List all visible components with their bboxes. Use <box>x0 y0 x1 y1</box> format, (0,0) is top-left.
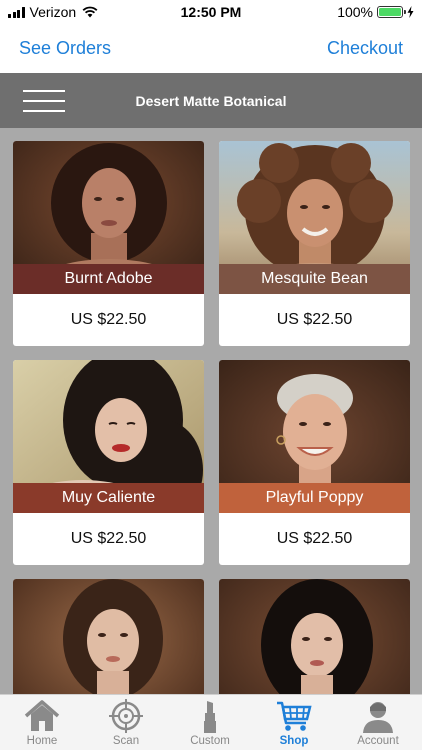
tab-custom[interactable]: Custom <box>168 695 252 750</box>
product-photo <box>219 579 410 694</box>
product-name: Burnt Adobe <box>13 264 204 294</box>
crosshair-icon <box>109 699 143 733</box>
tab-bar: Home Scan Custom Shop Account <box>0 694 422 750</box>
status-bar: Verizon 12:50 PM 100% <box>0 0 422 24</box>
tab-label: Shop <box>279 735 309 747</box>
status-right: 100% <box>337 4 414 20</box>
collection-title: Desert Matte Botanical <box>135 93 287 109</box>
product-card[interactable] <box>13 579 204 694</box>
product-card[interactable] <box>219 579 410 694</box>
charging-bolt-icon <box>407 6 414 18</box>
product-card[interactable]: Mesquite Bean US $22.50 <box>219 141 410 346</box>
home-icon <box>24 700 60 731</box>
product-price: US $22.50 <box>70 530 147 547</box>
battery-icon <box>377 6 406 18</box>
tab-shop[interactable]: Shop <box>252 695 336 750</box>
nav-bar: See Orders Checkout <box>0 24 422 73</box>
tab-label: Home <box>26 735 58 747</box>
product-price: US $22.50 <box>70 311 147 328</box>
product-price: US $22.50 <box>276 530 353 547</box>
product-card[interactable]: Burnt Adobe US $22.50 <box>13 141 204 346</box>
tab-home[interactable]: Home <box>0 695 84 750</box>
person-icon <box>363 702 393 733</box>
see-orders-button[interactable]: See Orders <box>19 38 111 59</box>
product-photo <box>13 579 204 694</box>
product-grid: Burnt Adobe US $22.50 Mesquite Bean US $… <box>0 128 422 694</box>
product-name: Playful Poppy <box>219 483 410 513</box>
product-card[interactable]: Muy Caliente US $22.50 <box>13 360 204 565</box>
product-card[interactable]: Playful Poppy US $22.50 <box>219 360 410 565</box>
tab-scan[interactable]: Scan <box>84 695 168 750</box>
tab-label: Custom <box>190 735 230 747</box>
battery-percent: 100% <box>337 4 373 20</box>
checkout-button[interactable]: Checkout <box>327 38 403 59</box>
cart-icon <box>277 701 312 731</box>
tab-label: Scan <box>112 735 140 747</box>
product-name: Muy Caliente <box>13 483 204 513</box>
product-name: Mesquite Bean <box>219 264 410 294</box>
product-price: US $22.50 <box>276 311 353 328</box>
tab-account[interactable]: Account <box>336 695 420 750</box>
collection-header: Desert Matte Botanical <box>0 73 422 128</box>
lipstick-icon <box>204 701 216 733</box>
tab-label: Account <box>357 735 399 747</box>
